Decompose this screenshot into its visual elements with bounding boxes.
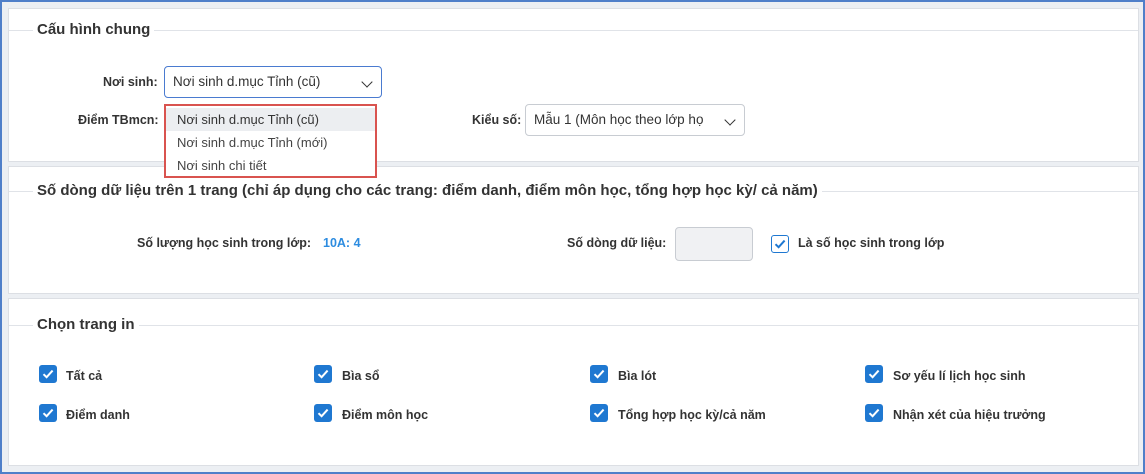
section-divider [9,30,1138,31]
is-student-count-label: Là số học sinh trong lớp [798,236,945,250]
print-label: Tất cả [66,369,103,383]
check-icon [868,408,880,418]
print-checkbox-diem-mon-hoc[interactable] [314,404,332,422]
is-student-count-checkbox[interactable] [771,235,789,253]
print-label: Điểm môn học [342,408,429,422]
chevron-down-icon [361,76,373,88]
print-label: Tổng hợp học kỳ/cả năm [618,408,766,422]
print-checkbox-tat-ca[interactable] [39,365,57,383]
noi-sinh-selected-value: Nơi sinh d.mục Tỉnh (cũ) [173,74,321,89]
check-icon [317,408,329,418]
check-icon [868,369,880,379]
print-label: Bìa lót [618,369,657,383]
section-title-print: Chọn trang in [33,316,139,333]
student-count-label: Số lượng học sinh trong lớp: [137,236,312,250]
check-icon [593,369,605,379]
check-icon [774,239,786,249]
kieu-so-label: Kiểu số: [472,113,522,127]
chevron-down-icon [724,114,736,126]
section-title-general: Cấu hình chung [33,21,155,38]
check-icon [42,369,54,379]
noi-sinh-label: Nơi sinh: [103,75,158,89]
section-title-rows: Số dòng dữ liệu trên 1 trang (chỉ áp dụn… [33,182,822,199]
print-checkbox-tong-hop[interactable] [590,404,608,422]
noi-sinh-dropdown: Nơi sinh d.mục Tỉnh (cũ) Nơi sinh d.mục … [164,104,377,178]
check-icon [593,408,605,418]
print-pages-panel: Chọn trang in Tất cả Bìa sổ Bìa lót Sơ y… [8,298,1139,466]
noi-sinh-select[interactable]: Nơi sinh d.mục Tỉnh (cũ) [164,66,382,98]
print-checkbox-bia-lot[interactable] [590,365,608,383]
check-icon [317,369,329,379]
dropdown-option[interactable]: Nơi sinh chi tiết [166,154,375,177]
kieu-so-select[interactable]: Mẫu 1 (Môn học theo lớp họ [525,104,745,136]
rows-label: Số dòng dữ liệu: [567,236,667,250]
print-checkbox-nhan-xet[interactable] [865,404,883,422]
config-window: Cấu hình chung Nơi sinh: Nơi sinh d.mục … [0,0,1145,474]
dropdown-option[interactable]: Nơi sinh d.mục Tỉnh (cũ) [166,108,375,131]
rows-input[interactable] [675,227,753,261]
print-checkbox-so-yeu-li-lich[interactable] [865,365,883,383]
section-divider [9,325,1138,326]
print-label: Điểm danh [66,408,130,422]
print-label: Nhận xét của hiệu trưởng [893,408,1046,422]
print-label: Bìa sổ [342,369,380,383]
student-count-value: 10A: 4 [323,236,361,250]
print-checkbox-diem-danh[interactable] [39,404,57,422]
diem-tbmcn-label: Điểm TBmcn: [78,113,159,127]
kieu-so-selected-value: Mẫu 1 (Môn học theo lớp họ [534,112,704,127]
print-label: Sơ yếu lí lịch học sinh [893,369,1026,383]
print-checkbox-bia-so[interactable] [314,365,332,383]
check-icon [42,408,54,418]
rows-per-page-panel: Số dòng dữ liệu trên 1 trang (chỉ áp dụn… [8,166,1139,294]
dropdown-option[interactable]: Nơi sinh d.mục Tỉnh (mới) [166,131,375,154]
